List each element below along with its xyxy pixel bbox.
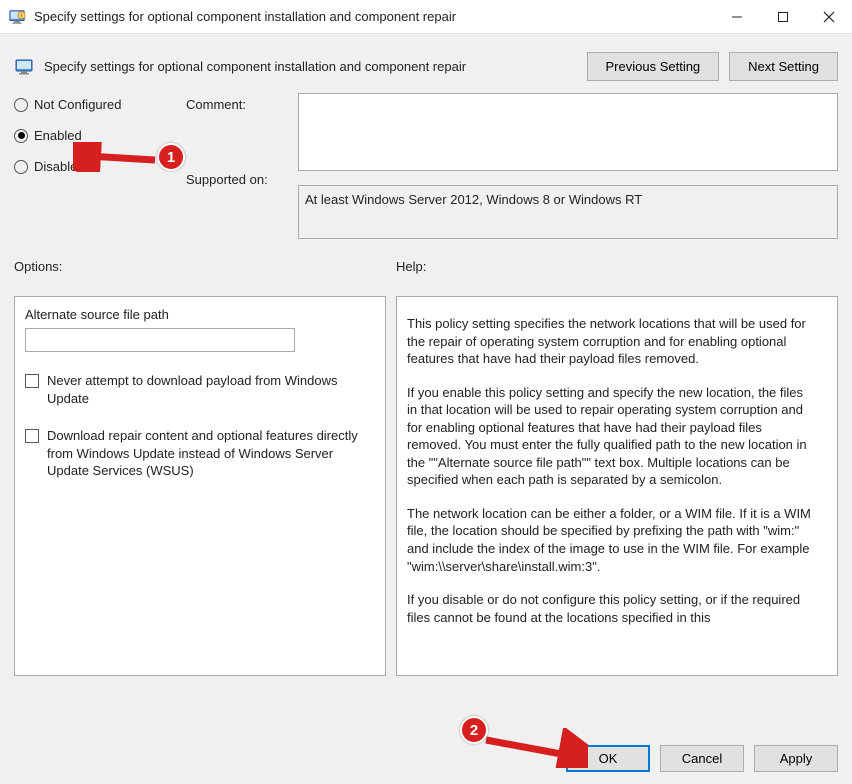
radio-icon — [14, 129, 28, 143]
panels: Alternate source file path Never attempt… — [0, 276, 852, 676]
comment-textarea[interactable] — [298, 93, 838, 171]
radio-label: Disabled — [34, 159, 85, 174]
maximize-button[interactable] — [760, 0, 806, 34]
cancel-button[interactable]: Cancel — [660, 745, 744, 772]
download-repair-option[interactable]: Download repair content and optional fea… — [25, 427, 375, 480]
never-download-label: Never attempt to download payload from W… — [47, 372, 375, 407]
checkbox-icon — [25, 374, 39, 388]
policy-icon — [14, 57, 34, 77]
never-download-option[interactable]: Never attempt to download payload from W… — [25, 372, 375, 407]
next-setting-button[interactable]: Next Setting — [729, 52, 838, 81]
radio-label: Not Configured — [34, 97, 121, 112]
radio-icon — [14, 98, 28, 112]
previous-setting-button[interactable]: Previous Setting — [587, 52, 720, 81]
options-heading: Options: — [14, 259, 368, 274]
radio-enabled[interactable]: Enabled — [14, 128, 174, 143]
help-heading: Help: — [396, 259, 426, 274]
comment-label: Comment: — [186, 97, 286, 112]
minimize-button[interactable] — [714, 0, 760, 34]
window-controls — [714, 0, 852, 34]
header-title: Specify settings for optional component … — [44, 59, 577, 74]
field-inputs: At least Windows Server 2012, Windows 8 … — [298, 93, 838, 247]
radio-label: Enabled — [34, 128, 82, 143]
options-panel: Alternate source file path Never attempt… — [14, 296, 386, 676]
field-labels: Comment: Supported on: — [186, 93, 286, 247]
config-area: Not Configured Enabled Disabled Comment:… — [0, 89, 852, 255]
titlebar: Specify settings for optional component … — [0, 0, 852, 34]
help-paragraph: This policy setting specifies the networ… — [407, 315, 811, 368]
close-button[interactable] — [806, 0, 852, 34]
section-labels: Options: Help: — [0, 255, 852, 276]
help-paragraph: If you disable or do not configure this … — [407, 591, 811, 626]
header: Specify settings for optional component … — [0, 34, 852, 89]
state-radios: Not Configured Enabled Disabled — [14, 93, 174, 247]
window-title: Specify settings for optional component … — [34, 9, 714, 24]
supported-on-box[interactable]: At least Windows Server 2012, Windows 8 … — [298, 185, 838, 239]
radio-disabled[interactable]: Disabled — [14, 159, 174, 174]
dialog-footer: OK Cancel Apply — [0, 735, 852, 784]
app-icon — [8, 8, 26, 26]
radio-icon — [14, 160, 28, 174]
download-repair-label: Download repair content and optional fea… — [47, 427, 375, 480]
alt-path-input[interactable] — [25, 328, 295, 352]
help-panel[interactable]: This policy setting specifies the networ… — [396, 296, 838, 676]
apply-button[interactable]: Apply — [754, 745, 838, 772]
ok-button[interactable]: OK — [566, 745, 650, 772]
help-paragraph: The network location can be either a fol… — [407, 505, 811, 575]
checkbox-icon — [25, 429, 39, 443]
supported-label: Supported on: — [186, 172, 286, 187]
help-paragraph: If you enable this policy setting and sp… — [407, 384, 811, 489]
alt-path-label: Alternate source file path — [25, 307, 375, 322]
supported-on-text: At least Windows Server 2012, Windows 8 … — [305, 192, 642, 207]
radio-not-configured[interactable]: Not Configured — [14, 97, 174, 112]
